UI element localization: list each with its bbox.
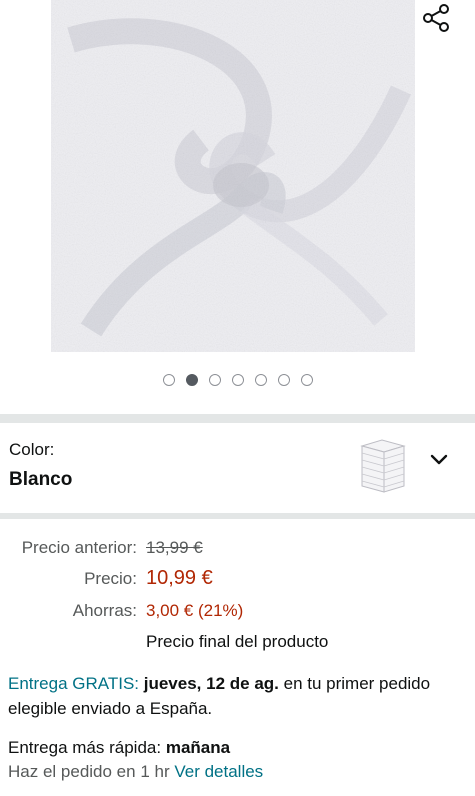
- section-divider: [0, 513, 475, 519]
- image-pagination-dots: [0, 374, 475, 392]
- image-gallery: [0, 0, 475, 412]
- color-thumbnail: [360, 439, 406, 493]
- share-icon[interactable]: [420, 2, 452, 34]
- savings-label: Ahorras:: [72, 601, 137, 620]
- pagination-dot-active[interactable]: [185, 374, 198, 386]
- color-label: Color:: [9, 440, 55, 459]
- fast-delivery-when: mañana: [165, 738, 231, 757]
- price-row: Precio: 10,99 €: [0, 567, 475, 591]
- price-label: Precio:: [84, 569, 137, 588]
- fast-delivery-label: Entrega más rápida:: [8, 738, 162, 757]
- previous-price-row: Precio anterior: 13,99 €: [0, 538, 475, 562]
- chevron-down-icon[interactable]: [428, 451, 450, 469]
- delivery-info: Entrega GRATIS: jueves, 12 de ag. en tu …: [8, 671, 468, 721]
- product-image[interactable]: [51, 0, 415, 352]
- section-divider: [0, 414, 475, 423]
- delivery-date: jueves, 12 de ag.: [143, 674, 279, 693]
- color-selector[interactable]: Color: Blanco: [0, 423, 475, 513]
- see-details-link[interactable]: Ver detalles: [174, 762, 263, 781]
- pagination-dot[interactable]: [208, 374, 221, 386]
- final-price-note: Precio final del producto: [146, 632, 329, 651]
- order-within-text: Haz el pedido en 1 hr: [8, 762, 170, 781]
- pagination-dot[interactable]: [162, 374, 175, 386]
- fast-delivery-info: Entrega más rápida: mañana Haz el pedido…: [8, 736, 468, 784]
- pagination-dot[interactable]: [300, 374, 313, 386]
- savings-row: Ahorras: 3,00 € (21%): [0, 601, 475, 625]
- pagination-dot[interactable]: [254, 374, 267, 386]
- color-value: Blanco: [9, 469, 73, 490]
- pagination-dot[interactable]: [231, 374, 244, 386]
- free-delivery-link[interactable]: Entrega GRATIS:: [8, 674, 139, 693]
- towel-texture: [51, 0, 415, 352]
- previous-price-value: 13,99 €: [146, 538, 203, 557]
- pagination-dot[interactable]: [277, 374, 290, 386]
- previous-price-label: Precio anterior:: [21, 538, 137, 557]
- price-value: 10,99 €: [146, 567, 213, 589]
- savings-value: 3,00 € (21%): [146, 601, 244, 620]
